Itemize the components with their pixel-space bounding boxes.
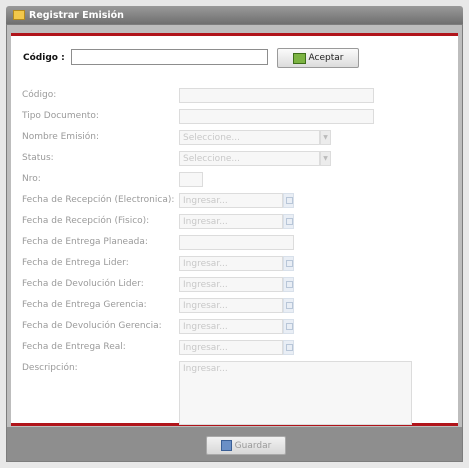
descripcion-label: Descripción: xyxy=(22,363,78,373)
window-title: Registrar Emisión xyxy=(29,9,124,21)
row-descripcion: Descripción: Ingresar... xyxy=(11,361,458,425)
save-button[interactable]: Guardar xyxy=(206,436,286,455)
nro-field[interactable] xyxy=(179,172,203,187)
fecha-recepcion-fisico-input[interactable]: Ingresar... xyxy=(179,214,283,229)
calendar-icon[interactable] xyxy=(283,319,294,334)
fecha-recepcion-electronica-label: Fecha de Recepción (Electronica): xyxy=(22,195,175,205)
fecha-devolucion-gerencia-input[interactable]: Ingresar... xyxy=(179,319,283,334)
accept-button[interactable]: Aceptar xyxy=(277,48,359,68)
accept-button-label: Aceptar xyxy=(308,53,344,63)
fecha-recepcion-fisico-label: Fecha de Recepción (Fisico): xyxy=(22,216,150,226)
save-icon xyxy=(220,440,232,451)
search-code-label: Código : xyxy=(23,53,65,63)
calendar-icon[interactable] xyxy=(283,340,294,355)
accept-icon xyxy=(292,52,306,64)
nombre-emision-select[interactable]: Seleccione... xyxy=(179,130,320,145)
row-fecha-entrega-planeada: Fecha de Entrega Planeada: xyxy=(11,235,458,251)
tipo-documento-field[interactable] xyxy=(179,109,374,124)
fecha-entrega-planeada-field[interactable] xyxy=(179,235,294,250)
fecha-devolucion-lider-label: Fecha de Devolución Lider: xyxy=(22,279,144,289)
row-nombre-emision: Nombre Emisión: Seleccione... ▼ xyxy=(11,130,458,146)
tipo-documento-label: Tipo Documento: xyxy=(22,111,99,121)
row-fecha-recepcion-fisico: Fecha de Recepción (Fisico): Ingresar... xyxy=(11,214,458,230)
codigo-label: Código: xyxy=(22,90,57,100)
fecha-entrega-planeada-label: Fecha de Entrega Planeada: xyxy=(22,237,148,247)
row-status: Status: Seleccione... ▼ xyxy=(11,151,458,167)
nombre-emision-label: Nombre Emisión: xyxy=(22,132,100,142)
descripcion-textarea[interactable]: Ingresar... xyxy=(179,361,412,425)
window-titlebar: Registrar Emisión xyxy=(6,6,463,24)
form-panel: Código: Tipo Documento: Nombre Emisión: … xyxy=(11,77,458,426)
row-fecha-entrega-real: Fecha de Entrega Real: Ingresar... xyxy=(11,340,458,356)
chevron-down-icon[interactable]: ▼ xyxy=(320,151,331,166)
fecha-recepcion-electronica-input[interactable]: Ingresar... xyxy=(179,193,283,208)
fecha-entrega-real-input[interactable]: Ingresar... xyxy=(179,340,283,355)
search-panel: Código : Aceptar xyxy=(11,33,458,83)
row-fecha-devolucion-lider: Fecha de Devolución Lider: Ingresar... xyxy=(11,277,458,293)
footer-bar: Guardar xyxy=(7,427,462,461)
nro-label: Nro: xyxy=(22,174,41,184)
fecha-entrega-lider-label: Fecha de Entrega Lider: xyxy=(22,258,129,268)
search-code-input[interactable] xyxy=(71,49,268,65)
row-fecha-entrega-lider: Fecha de Entrega Lider: Ingresar... xyxy=(11,256,458,272)
dialog-frame: Código : Aceptar Código: Tipo Documento:… xyxy=(6,24,463,462)
calendar-icon[interactable] xyxy=(283,277,294,292)
row-codigo: Código: xyxy=(11,88,458,104)
status-select[interactable]: Seleccione... xyxy=(179,151,320,166)
calendar-icon[interactable] xyxy=(283,193,294,208)
row-fecha-entrega-gerencia: Fecha de Entrega Gerencia: Ingresar... xyxy=(11,298,458,314)
fecha-devolucion-lider-input[interactable]: Ingresar... xyxy=(179,277,283,292)
row-fecha-devolucion-gerencia: Fecha de Devolución Gerencia: Ingresar..… xyxy=(11,319,458,335)
row-fecha-recepcion-electronica: Fecha de Recepción (Electronica): Ingres… xyxy=(11,193,458,209)
codigo-field[interactable] xyxy=(179,88,374,103)
calendar-icon[interactable] xyxy=(283,256,294,271)
fecha-entrega-gerencia-input[interactable]: Ingresar... xyxy=(179,298,283,313)
status-label: Status: xyxy=(22,153,54,163)
row-tipo-documento: Tipo Documento: xyxy=(11,109,458,125)
calendar-icon[interactable] xyxy=(283,214,294,229)
fecha-devolucion-gerencia-label: Fecha de Devolución Gerencia: xyxy=(22,321,162,331)
fecha-entrega-gerencia-label: Fecha de Entrega Gerencia: xyxy=(22,300,147,310)
fecha-entrega-real-label: Fecha de Entrega Real: xyxy=(22,342,126,352)
fecha-entrega-lider-input[interactable]: Ingresar... xyxy=(179,256,283,271)
chevron-down-icon[interactable]: ▼ xyxy=(320,130,331,145)
calendar-icon[interactable] xyxy=(283,298,294,313)
row-nro: Nro: xyxy=(11,172,458,188)
save-button-label: Guardar xyxy=(234,440,272,451)
folder-icon xyxy=(13,10,25,20)
